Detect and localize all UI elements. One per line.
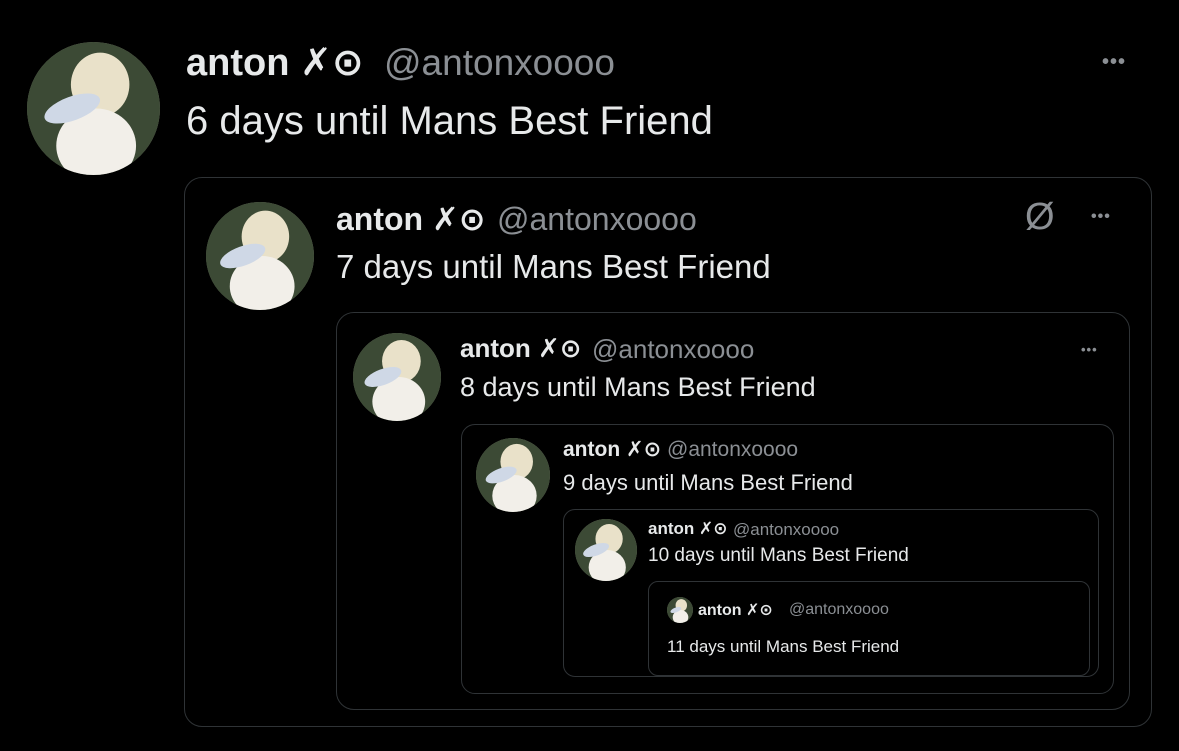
- profile-photo-icon: [575, 519, 637, 581]
- tweet-text: 9 days until Mans Best Friend: [563, 470, 853, 495]
- quoted-tweet[interactable]: anton ✗⊙ @antonxoooo 10 days until Mans …: [563, 509, 1099, 677]
- user-handle[interactable]: @antonxoooo: [384, 42, 615, 84]
- display-name[interactable]: anton ✗⊙: [336, 200, 486, 238]
- user-handle[interactable]: @antonxoooo: [667, 438, 798, 462]
- tweet-text: 8 days until Mans Best Friend: [460, 372, 816, 402]
- tweet-text: 7 days until Mans Best Friend: [336, 248, 771, 285]
- profile-photo-icon: [353, 333, 441, 421]
- more-options-icon[interactable]: •••: [1091, 209, 1111, 225]
- tweet-text: 6 days until Mans Best Friend: [186, 99, 713, 143]
- more-options-icon[interactable]: •••: [1081, 343, 1098, 356]
- display-name[interactable]: anton ✗⊙: [186, 40, 364, 85]
- avatar[interactable]: [476, 438, 550, 512]
- tweet-text: 10 days until Mans Best Friend: [648, 545, 909, 566]
- slashed-circle-icon[interactable]: Ø: [1025, 198, 1055, 236]
- quoted-tweet[interactable]: anton ✗⊙ @antonxoooo 7 days until Mans B…: [184, 177, 1152, 727]
- user-handle[interactable]: @antonxoooo: [789, 601, 889, 619]
- display-name[interactable]: anton ✗⊙: [563, 437, 661, 462]
- user-handle[interactable]: @antonxoooo: [592, 334, 754, 365]
- avatar[interactable]: [206, 202, 314, 310]
- quoted-tweet[interactable]: anton ✗⊙ @antonxoooo 8 days until Mans B…: [336, 312, 1130, 710]
- profile-photo-icon: [206, 202, 314, 310]
- avatar[interactable]: [667, 597, 693, 623]
- profile-photo-icon: [27, 42, 160, 175]
- profile-photo-icon: [667, 597, 693, 623]
- user-handle[interactable]: @antonxoooo: [497, 201, 697, 238]
- display-name[interactable]: anton ✗⊙: [648, 519, 727, 539]
- display-name[interactable]: anton ✗⊙: [460, 333, 582, 364]
- avatar[interactable]: [575, 519, 637, 581]
- quoted-tweet[interactable]: anton ✗⊙ @antonxoooo 11 days until Mans …: [648, 581, 1090, 676]
- user-handle[interactable]: @antonxoooo: [733, 520, 839, 540]
- avatar[interactable]: [353, 333, 441, 421]
- quoted-tweet[interactable]: anton ✗⊙ @antonxoooo 9 days until Mans B…: [461, 424, 1114, 694]
- display-name[interactable]: anton ✗⊙: [698, 600, 773, 620]
- avatar[interactable]: [27, 42, 160, 175]
- tweet-text: 11 days until Mans Best Friend: [667, 637, 900, 656]
- more-options-icon[interactable]: •••: [1102, 52, 1126, 72]
- profile-photo-icon: [476, 438, 550, 512]
